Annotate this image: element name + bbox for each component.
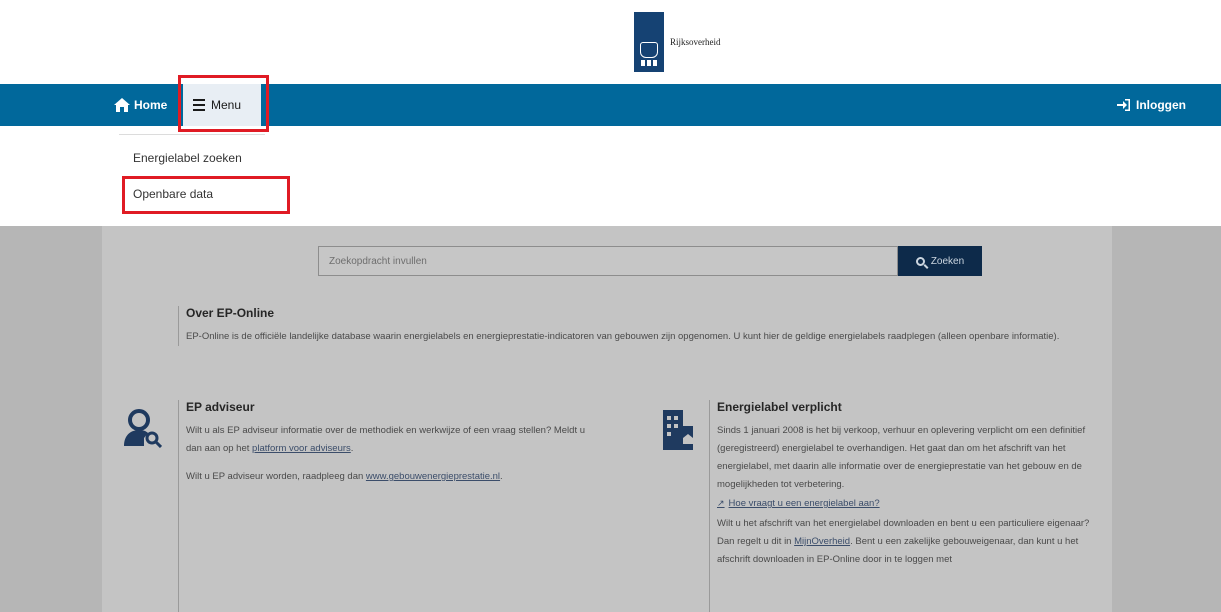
adviseur-paragraph-1: Wilt u als EP adviseur informatie over d… <box>186 422 598 458</box>
over-ep-online-section: Over EP-Online EP-Online is de officiële… <box>178 306 1088 346</box>
search-icon <box>915 256 925 266</box>
dropdown-divider <box>119 134 265 135</box>
energielabel-aanvragen-link[interactable]: ↗ Hoe vraagt u een energielabel aan? <box>717 498 1102 509</box>
adviseur-title: EP adviseur <box>186 400 255 414</box>
home-icon <box>114 98 130 112</box>
gebouwenergieprestatie-link[interactable]: www.gebouwenergieprestatie.nl <box>366 471 500 482</box>
search-button[interactable]: Zoeken <box>898 246 982 276</box>
verplicht-title: Energielabel verplicht <box>717 400 842 414</box>
rijksoverheid-logo[interactable]: Rijksoverheid <box>634 12 721 72</box>
page-overlay[interactable]: Zoeken Over EP-Online EP-Online is de of… <box>0 226 1221 612</box>
adviseur-paragraph-2: Wilt u EP adviseur worden, raadpleeg dan… <box>186 468 598 486</box>
verplicht-paragraph-2: Wilt u het afschrift van het energielabe… <box>717 515 1102 569</box>
header: Rijksoverheid <box>0 0 1221 84</box>
mijnoverheid-link[interactable]: MijnOverheid <box>794 536 850 547</box>
over-title: Over EP-Online <box>186 306 275 320</box>
adviseur-p2-text: Wilt u EP adviseur worden, raadpleeg dan <box>186 471 366 482</box>
building-label-icon <box>663 410 693 450</box>
search-input[interactable] <box>318 246 898 276</box>
highlight-openbare-data-box <box>122 176 290 214</box>
nav-login-label: Inloggen <box>1136 98 1186 112</box>
main-content: Zoeken Over EP-Online EP-Online is de of… <box>102 226 1112 612</box>
search-button-label: Zoeken <box>930 255 965 267</box>
energielabel-aanvragen-label: Hoe vraagt u een energielabel aan? <box>728 498 880 509</box>
advisor-search-icon <box>124 409 162 448</box>
nav-home-label: Home <box>134 98 168 112</box>
platform-adviseurs-link[interactable]: platform voor adviseurs <box>252 443 351 454</box>
over-text: EP-Online is de officiële landelijke dat… <box>186 331 1060 342</box>
search-bar: Zoeken <box>318 246 982 276</box>
menu-item-energielabel-zoeken[interactable]: Energielabel zoeken <box>133 151 242 165</box>
adviseur-p1-text: Wilt u als EP adviseur informatie over d… <box>186 425 586 454</box>
adviseur-p1-end: . <box>350 443 354 454</box>
logo-text: Rijksoverheid <box>670 37 721 47</box>
verplicht-paragraph-1: Sinds 1 januari 2008 is het bij verkoop,… <box>717 425 1086 490</box>
highlight-menu-box <box>178 75 269 132</box>
energielabel-verplicht-section: Energielabel verplicht Sinds 1 januari 2… <box>709 400 1102 612</box>
adviseur-p2-end: . <box>500 471 503 482</box>
external-link-icon: ↗ <box>717 498 725 508</box>
logo-emblem-icon <box>634 12 664 72</box>
nav-home[interactable]: Home <box>114 84 167 126</box>
ep-adviseur-section: EP adviseur Wilt u als EP adviseur infor… <box>178 400 598 612</box>
nav-login[interactable]: Inloggen <box>1117 84 1186 126</box>
sign-in-icon <box>1117 99 1130 111</box>
